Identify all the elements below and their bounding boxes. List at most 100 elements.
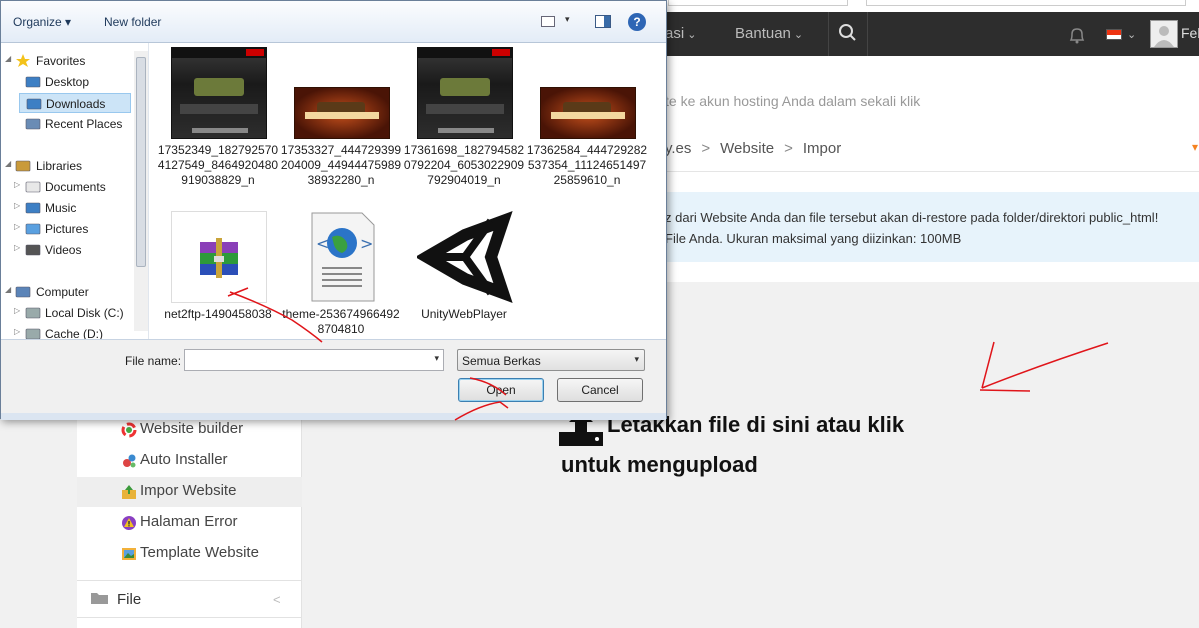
nav-item-pictures[interactable]: ▷ Pictures (14, 219, 131, 239)
sidebar-item-label: Auto Installer (140, 451, 228, 468)
new-folder-button[interactable]: New folder (104, 15, 161, 29)
dialog-status-strip (1, 413, 666, 420)
file-type-value: Semua Berkas (462, 354, 541, 368)
expand-arrow-icon[interactable]: ▷ (14, 201, 20, 210)
chevron-left-icon: < (273, 592, 281, 607)
organize-label: Organize (13, 15, 62, 29)
nav-item-desktop[interactable]: Desktop (19, 72, 131, 92)
expand-arrow-icon[interactable]: ◢ (5, 159, 11, 168)
breadcrumb-website[interactable]: Website (720, 140, 774, 157)
nav-item-documents[interactable]: ▷ Documents (14, 177, 131, 197)
file-name-input[interactable]: ▾ (184, 349, 444, 371)
chevron-down-icon: ⌄ (793, 29, 804, 41)
nav-item-videos[interactable]: ▷ Videos (14, 240, 131, 260)
file-item[interactable]: < > theme-2536749664928704810 (280, 207, 400, 339)
nav-item-recent-places[interactable]: Recent Places (19, 114, 131, 134)
nav-item-libraries[interactable]: ◢ Libraries (3, 156, 131, 176)
nav-item-cache-d[interactable]: ▷ Cache (D:) (14, 324, 131, 339)
sidebar-item-label: File (117, 591, 142, 608)
file-item[interactable]: UnityWebPlayer (403, 207, 517, 339)
breadcrumb-domain[interactable]: y.es (665, 140, 691, 157)
nav-item-informasi[interactable]: asi ⌄ (665, 25, 696, 42)
folder-icon (91, 591, 109, 605)
open-button[interactable]: Open (458, 378, 544, 402)
breadcrumb-impor: Impor (802, 140, 842, 157)
music-icon (25, 201, 41, 215)
sidebar-item-halaman-error[interactable]: Halaman Error (77, 508, 302, 538)
gears-icon (121, 453, 137, 469)
file-name-label: File name: (125, 354, 182, 368)
nav-item-music[interactable]: ▷ Music (14, 198, 131, 218)
expand-arrow-icon[interactable]: ▷ (14, 180, 20, 189)
address-input-fragment[interactable] (668, 0, 848, 6)
sidebar-menu: Website builder Auto Installer Impor Web… (77, 420, 302, 628)
computer-icon (15, 285, 31, 299)
nav-item-label: Downloads (46, 97, 106, 111)
pictures-icon (25, 222, 41, 236)
picture-icon (121, 546, 137, 562)
nav-item-label: Computer (36, 285, 89, 299)
nav-item-label: Bantuan (735, 25, 791, 42)
nav-item-label: asi (665, 25, 685, 42)
nav-item-local-disk-c[interactable]: ▷ Local Disk (C:) (14, 303, 131, 323)
nav-item-computer[interactable]: ◢ Computer (3, 282, 131, 302)
sidebar-item-template-website[interactable]: Template Website (77, 539, 302, 569)
html-file-icon: < > (294, 211, 390, 303)
nav-item-label: Videos (45, 243, 82, 257)
help-icon[interactable]: ? (628, 13, 646, 31)
bell-icon[interactable] (1066, 24, 1088, 46)
chevron-down-icon[interactable]: ▾ (565, 14, 570, 25)
videos-icon (25, 243, 41, 257)
sidebar-item-label: Impor Website (140, 482, 237, 499)
cancel-button[interactable]: Cancel (557, 378, 643, 402)
expand-arrow-icon[interactable]: ▷ (14, 306, 20, 315)
expand-arrow-icon[interactable]: ▷ (14, 243, 20, 252)
nav-item-label: Desktop (45, 75, 90, 89)
avatar[interactable] (1150, 20, 1178, 48)
warning-icon (121, 515, 137, 531)
nav-item-bantuan[interactable]: Bantuan ⌄ (735, 25, 803, 42)
page-subtitle: te ke akun hosting Anda dalam sekali kli… (665, 93, 921, 109)
image-thumbnail (417, 47, 513, 139)
sidebar-item-impor-website[interactable]: Impor Website (77, 477, 302, 507)
file-open-dialog: Organize ▾ New folder ▾ ? ◢ Favorites Desk… (0, 0, 667, 420)
flag-indonesia-icon[interactable] (1106, 29, 1122, 40)
sidebar-item-auto-installer[interactable]: Auto Installer (77, 446, 302, 476)
file-item[interactable]: 17352349_1827925704127549_84649204809190… (157, 43, 278, 193)
file-item[interactable]: net2ftp-1490458038 (157, 207, 272, 339)
organize-button[interactable]: Organize ▾ (13, 15, 71, 29)
search-icon[interactable] (828, 12, 868, 56)
chevron-down-icon[interactable]: ▾ (434, 353, 439, 364)
change-view-icon[interactable] (541, 16, 555, 27)
file-item[interactable]: 17361698_1827945820792204_60530229097929… (403, 43, 524, 193)
left-gutter (0, 420, 77, 628)
user-name[interactable]: Feb (1181, 25, 1199, 41)
nav-item-label: Recent Places (45, 117, 123, 131)
chevron-down-icon: ⌄ (1127, 29, 1137, 41)
expand-arrow-icon[interactable]: ◢ (5, 285, 11, 294)
search-input-fragment[interactable] (866, 0, 1186, 6)
scrollbar-thumb[interactable] (136, 57, 146, 267)
file-name: theme-2536749664928704810 (282, 307, 400, 336)
nav-item-favorites[interactable]: ◢ Favorites (3, 51, 131, 71)
file-type-select[interactable]: Semua Berkas ▾ (457, 349, 645, 371)
color-wheel-icon (121, 422, 137, 438)
file-item[interactable]: 17353327_444729399204009_449444759893893… (280, 43, 401, 193)
nav-item-label: Local Disk (C:) (45, 306, 124, 320)
upload-drop-zone[interactable]: Letakkan file di sini atau klik untuk me… (559, 410, 959, 484)
breadcrumb-separator: > (701, 140, 711, 157)
file-list: 17352349_1827925704127549_84649204809190… (149, 43, 666, 339)
breadcrumb: y.es > Website > Impor (665, 140, 841, 157)
dialog-bottom-bar: File name: ▾ Semua Berkas ▾ Open Cancel (1, 339, 666, 420)
expand-arrow-icon[interactable]: ◢ (5, 54, 11, 63)
nav-item-downloads[interactable]: Downloads (19, 93, 131, 113)
file-item[interactable]: 17362584_444729282537354_111246514972585… (526, 43, 647, 193)
chevron-down-icon: ▾ (634, 354, 639, 364)
language-chevron-icon[interactable]: ⌄ (1124, 25, 1136, 42)
sidebar-item-file[interactable]: File < (77, 580, 302, 618)
preview-pane-icon[interactable] (595, 15, 611, 28)
expand-arrow-icon[interactable]: ▷ (14, 327, 20, 336)
expand-arrow-icon[interactable]: ▷ (14, 222, 20, 231)
chevron-down-icon[interactable]: ▾ (1192, 140, 1198, 154)
navigation-scrollbar[interactable] (134, 51, 148, 331)
